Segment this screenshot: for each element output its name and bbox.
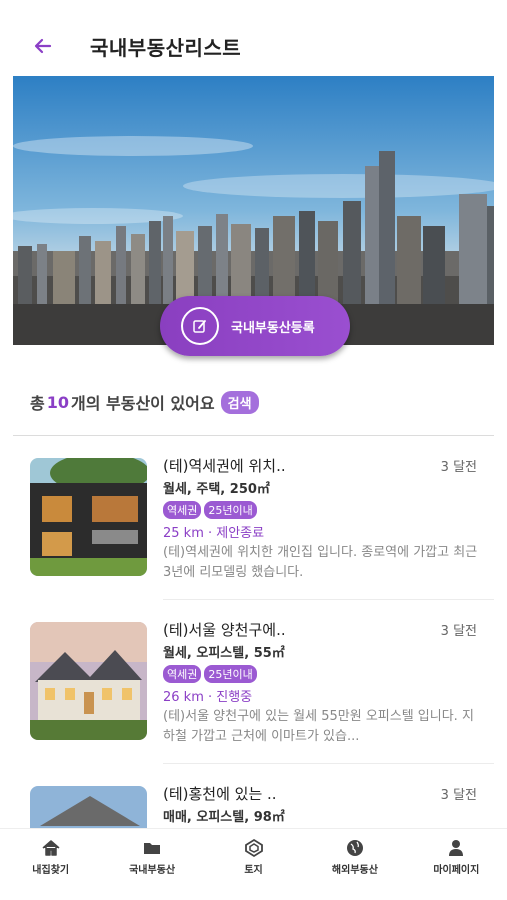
home-icon [42, 840, 60, 856]
listing-time: 3 달전 [440, 624, 477, 639]
listing-item[interactable]: (테)역세권에 위치.. 3 달전 월세, 주택, 250㎡ 역세권 25년이내… [0, 440, 507, 604]
count-prefix: 총 [30, 394, 45, 413]
globe-icon [346, 840, 363, 856]
nav-label: 내집찾기 [32, 865, 70, 876]
listing-meta: 매매, 오피스텔, 98㎡ [163, 810, 285, 825]
nav-item-domestic[interactable]: 국내부동산 [101, 829, 202, 900]
tag-badge: 25년이내 [204, 665, 257, 683]
listing-title: (테)홍천에 있는 .. [163, 785, 277, 803]
listing-title: (테)서울 양천구에.. [163, 621, 286, 639]
divider [13, 435, 494, 436]
listing-count: 총 10 개의 부동산이 있어요 검색 [30, 390, 259, 414]
listing-thumbnail [30, 622, 147, 740]
listing-meta: 월세, 오피스텔, 55㎡ [163, 646, 285, 661]
listing-tags: 역세권 25년이내 [163, 665, 257, 683]
folder-icon [144, 843, 161, 854]
app-header: 국내부동산리스트 [0, 0, 507, 76]
nav-label: 국내부동산 [129, 865, 176, 876]
item-divider [163, 763, 494, 764]
nav-label: 해외부동산 [331, 865, 378, 876]
edit-icon-circle [181, 307, 219, 345]
register-label: 국내부동산등록 [231, 320, 315, 336]
listing-time: 3 달전 [440, 788, 477, 803]
count-number: 10 [46, 392, 69, 412]
nav-item-overseas[interactable]: 해외부동산 [304, 829, 405, 900]
listing-meta: 월세, 주택, 250㎡ [163, 482, 270, 497]
nav-item-mypage[interactable]: 마이페이지 [406, 829, 507, 900]
listing-tags: 역세권 25년이내 [163, 501, 257, 519]
listing-item[interactable]: (테)서울 양천구에.. 3 달전 월세, 오피스텔, 55㎡ 역세권 25년이… [0, 604, 507, 768]
register-property-button[interactable]: 국내부동산등록 [160, 296, 350, 356]
back-button[interactable] [30, 33, 56, 59]
listing-title: (테)역세권에 위치.. [163, 457, 286, 475]
nav-label: 마이페이지 [433, 865, 480, 876]
nav-item-land[interactable]: 토지 [203, 829, 304, 900]
listing-thumbnail [30, 786, 147, 828]
nav-item-home[interactable]: 내집찾기 [0, 829, 101, 900]
listing-time: 3 달전 [440, 460, 477, 475]
nav-label: 토지 [244, 865, 263, 876]
listing-status: 26 km · 진행중 [163, 690, 253, 705]
bottom-navigation: 내집찾기 국내부동산 토지 해외부동산 마이페이지 [0, 828, 507, 900]
listing-list: (테)역세권에 위치.. 3 달전 월세, 주택, 250㎡ 역세권 25년이내… [0, 440, 507, 828]
edit-icon [193, 320, 206, 333]
item-divider [163, 599, 494, 600]
tag-badge: 역세권 [163, 665, 202, 683]
listing-item[interactable]: (테)홍천에 있는 .. 3 달전 매매, 오피스텔, 98㎡ [0, 768, 507, 828]
listing-description: (테)역세권에 위치한 개인집 입니다. 종로역에 가깝고 최근 3년에 리모델… [163, 545, 478, 580]
page-title: 국내부동산리스트 [90, 36, 242, 60]
listing-thumbnail [30, 458, 147, 576]
arrow-left-icon [34, 38, 52, 54]
listing-status: 25 km · 제안종료 [163, 526, 265, 541]
count-suffix: 개의 부동산이 있어요 [71, 394, 215, 413]
tag-badge: 역세권 [163, 501, 202, 519]
search-button[interactable]: 검색 [220, 390, 259, 414]
listing-description: (테)서울 양천구에 있는 월세 55만원 오피스텔 입니다. 지하철 가깝고 … [163, 709, 474, 744]
land-icon [244, 838, 263, 858]
user-icon [449, 840, 464, 856]
tag-badge: 25년이내 [204, 501, 257, 519]
